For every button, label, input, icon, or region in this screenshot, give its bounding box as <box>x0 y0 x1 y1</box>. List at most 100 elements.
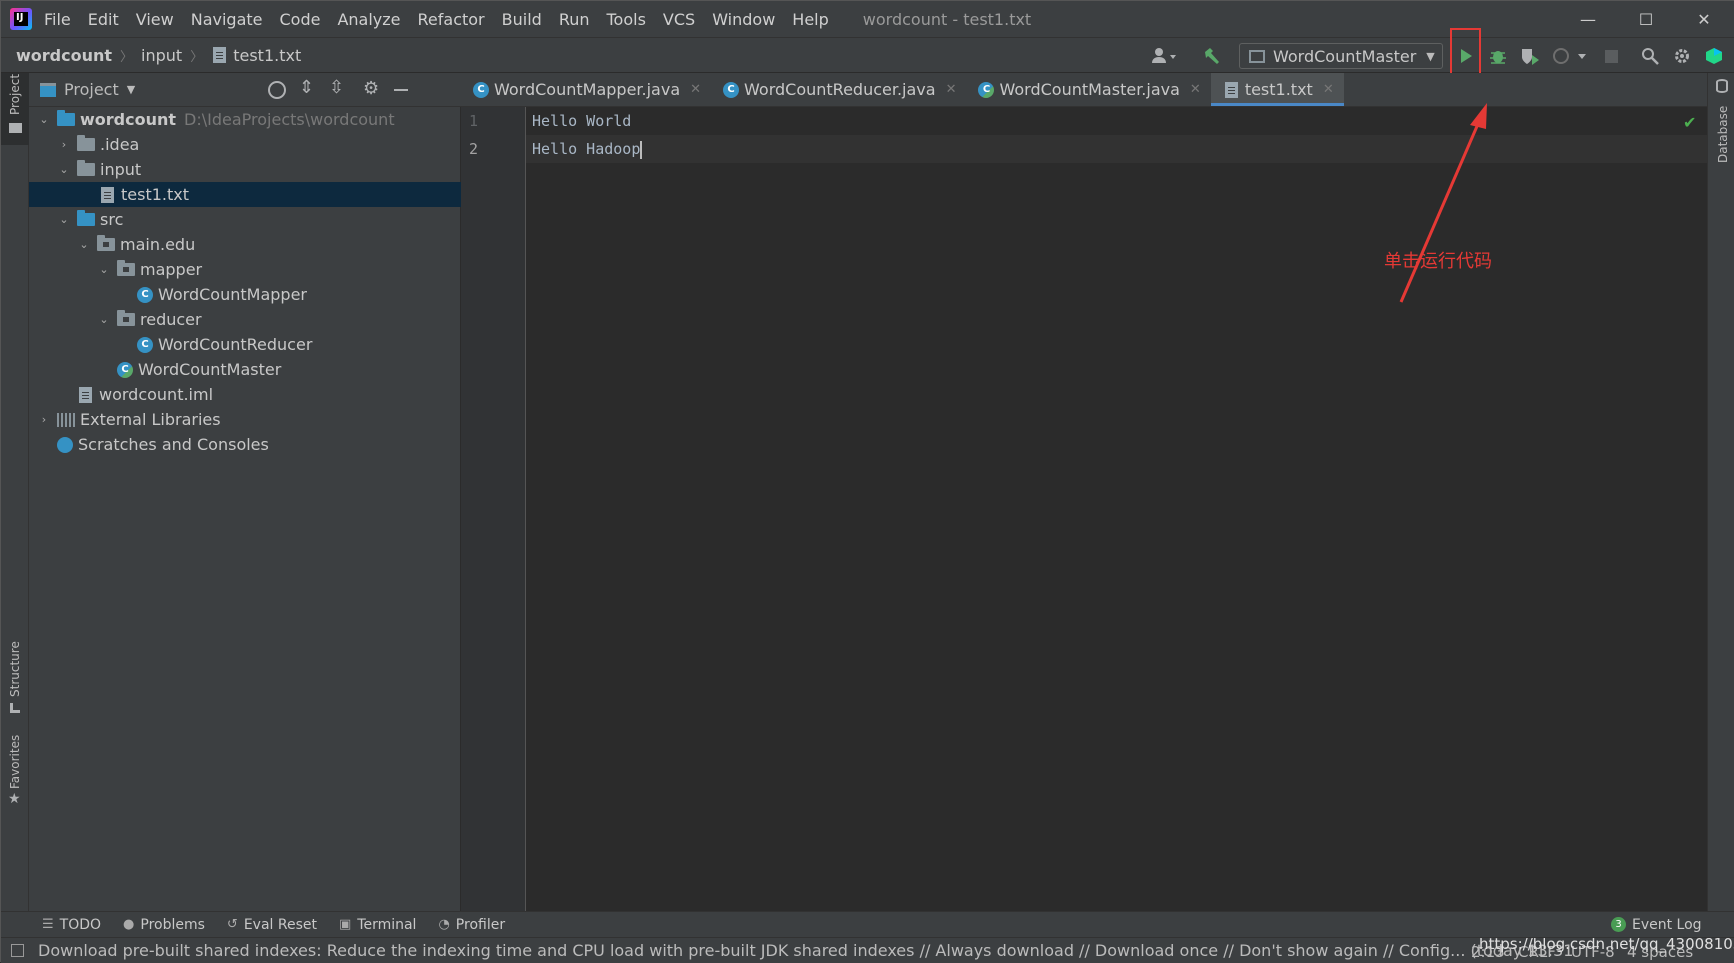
chevron-down-icon[interactable]: ⌄ <box>97 263 111 276</box>
java-class-icon: C <box>137 286 153 303</box>
tree-item-test1-txt[interactable]: test1.txt <box>29 182 461 207</box>
maximize-button[interactable]: ☐ <box>1617 1 1675 37</box>
close-icon[interactable]: ✕ <box>1323 82 1334 97</box>
database-stripe-button[interactable]: Database <box>1716 106 1730 163</box>
run-button-highlight <box>1450 28 1481 78</box>
chevron-down-icon[interactable]: ⌄ <box>77 238 91 251</box>
status-message[interactable]: Download pre-built shared indexes: Reduc… <box>38 941 1573 960</box>
tab-wordcountmaster[interactable]: C WordCountMaster.java ✕ <box>966 73 1210 106</box>
run-config-label: WordCountMaster <box>1273 46 1417 66</box>
tree-item-label: main.edu <box>120 235 196 254</box>
menu-edit[interactable]: Edit <box>88 10 119 29</box>
tree-item-wordcountmapper[interactable]: C WordCountMapper <box>29 282 461 307</box>
library-icon <box>57 412 75 427</box>
chevron-down-icon[interactable]: ⌄ <box>37 113 51 126</box>
settings-button[interactable] <box>1667 38 1697 74</box>
annotation-label: 单击运行代码 <box>1384 251 1492 272</box>
menu-tools[interactable]: Tools <box>607 10 646 29</box>
menu-build[interactable]: Build <box>502 10 542 29</box>
tree-item-wordcountreducer[interactable]: C WordCountReducer <box>29 332 461 357</box>
close-window-button[interactable]: ✕ <box>1675 1 1733 37</box>
chevron-down-icon[interactable]: ⌄ <box>97 313 111 326</box>
vcs-user-icon[interactable] <box>1147 38 1183 74</box>
package-icon <box>117 260 135 276</box>
menu-refactor[interactable]: Refactor <box>418 10 485 29</box>
reset-icon: ↺ <box>226 917 238 932</box>
run-configuration-select[interactable]: WordCountMaster ▼ <box>1239 43 1443 69</box>
favorites-stripe-button[interactable]: Favorites <box>8 735 22 789</box>
collapse-all-button[interactable]: ⇳ <box>329 77 344 98</box>
tree-item-wordcount[interactable]: ⌄ wordcount D:\IdeaProjects\wordcount <box>29 107 461 132</box>
tree-item-idea[interactable]: › .idea <box>29 132 461 157</box>
chevron-down-icon[interactable]: ⌄ <box>57 163 71 176</box>
tree-item-wordcountmaster[interactable]: C WordCountMaster <box>29 357 461 382</box>
profiler-tool-button[interactable]: ◔ Profiler <box>438 917 505 933</box>
problems-tool-button[interactable]: ● Problems <box>123 917 205 933</box>
tree-item-reducer[interactable]: ⌄ reducer <box>29 307 461 332</box>
tree-item-main-edu[interactable]: ⌄ main.edu <box>29 232 461 257</box>
code-line-current[interactable]: Hello Hadoop <box>532 140 643 159</box>
menu-help[interactable]: Help <box>792 10 828 29</box>
chevron-down-icon[interactable]: ⌄ <box>57 213 71 226</box>
profile-button[interactable] <box>1547 38 1593 74</box>
java-main-class-icon: C <box>117 361 133 378</box>
tree-item-mapper[interactable]: ⌄ mapper <box>29 257 461 282</box>
menu-analyze[interactable]: Analyze <box>337 10 400 29</box>
hide-panel-button[interactable] <box>394 89 408 91</box>
terminal-tool-button[interactable]: ▣ Terminal <box>339 917 416 933</box>
tool-label: Eval Reset <box>243 916 317 933</box>
tree-item-label: src <box>100 210 124 229</box>
tree-item-input[interactable]: ⌄ input <box>29 157 461 182</box>
breadcrumb-project[interactable]: wordcount <box>16 46 112 65</box>
menu-window[interactable]: Window <box>712 10 775 29</box>
ide-window: IJ File Edit View Navigate Code Analyze … <box>0 0 1734 963</box>
structure-stripe-button[interactable]: Structure <box>8 641 22 697</box>
tree-item-label: Scratches and Consoles <box>78 435 269 454</box>
watermark-text: https://blog.csdn.net/qq_43008103 <box>1479 937 1734 953</box>
code-editor[interactable]: Hello World Hello Hadoop ✔ <box>526 103 1707 911</box>
menu-file[interactable]: File <box>44 10 71 29</box>
menu-navigate[interactable]: Navigate <box>191 10 263 29</box>
close-icon[interactable]: ✕ <box>946 82 957 97</box>
menu-vcs[interactable]: VCS <box>663 10 695 29</box>
stop-button[interactable] <box>1597 38 1625 74</box>
code-line[interactable]: Hello World <box>532 112 631 130</box>
tree-item-src[interactable]: ⌄ src <box>29 207 461 232</box>
breadcrumb-folder[interactable]: input <box>141 46 182 65</box>
minimize-button[interactable]: — <box>1559 1 1617 37</box>
todo-tool-button[interactable]: ☰ TODO <box>42 917 101 933</box>
tree-item-wordcount-iml[interactable]: wordcount.iml <box>29 382 461 407</box>
tab-test1-txt[interactable]: test1.txt ✕ <box>1210 73 1344 106</box>
inspection-ok-check-icon[interactable]: ✔ <box>1683 113 1696 132</box>
line-number: 2 <box>469 140 479 158</box>
java-class-icon: C <box>137 336 153 353</box>
chevron-right-icon[interactable]: › <box>37 413 51 426</box>
tree-item-external-libraries[interactable]: › External Libraries <box>29 407 461 432</box>
right-tool-stripe: Database <box>1707 73 1734 911</box>
build-hammer-icon[interactable] <box>1197 38 1227 74</box>
menu-view[interactable]: View <box>136 10 174 29</box>
breadcrumb-file[interactable]: test1.txt <box>233 46 301 65</box>
gear-icon[interactable]: ⚙ <box>363 78 379 99</box>
expand-all-button[interactable]: ⇕ <box>299 77 314 98</box>
chevron-right-icon[interactable]: › <box>57 138 71 151</box>
search-everywhere-button[interactable] <box>1635 38 1665 74</box>
eval-reset-tool-button[interactable]: ↺ Eval Reset <box>227 917 317 933</box>
project-view-select[interactable]: Project <box>64 80 119 99</box>
close-icon[interactable]: ✕ <box>1190 82 1201 97</box>
locate-file-button[interactable] <box>268 81 286 99</box>
status-toggle-icon[interactable] <box>11 944 24 957</box>
event-log-tool-button[interactable]: 3 Event Log <box>1611 917 1702 933</box>
tab-wordcountmapper[interactable]: C WordCountMapper.java ✕ <box>461 73 711 106</box>
tree-item-scratches[interactable]: Scratches and Consoles <box>29 432 461 457</box>
debug-button[interactable] <box>1483 38 1513 74</box>
project-stripe-label: Project <box>8 73 22 115</box>
run-with-coverage-button[interactable] <box>1515 38 1545 74</box>
menu-run[interactable]: Run <box>559 10 590 29</box>
project-tool-window-button[interactable]: Project <box>1 73 29 145</box>
menu-code[interactable]: Code <box>280 10 321 29</box>
close-icon[interactable]: ✕ <box>690 82 701 97</box>
chevron-down-icon: ▼ <box>126 83 136 96</box>
jetbrains-toolbox-icon[interactable] <box>1699 38 1729 74</box>
tab-wordcountreducer[interactable]: C WordCountReducer.java ✕ <box>711 73 966 106</box>
